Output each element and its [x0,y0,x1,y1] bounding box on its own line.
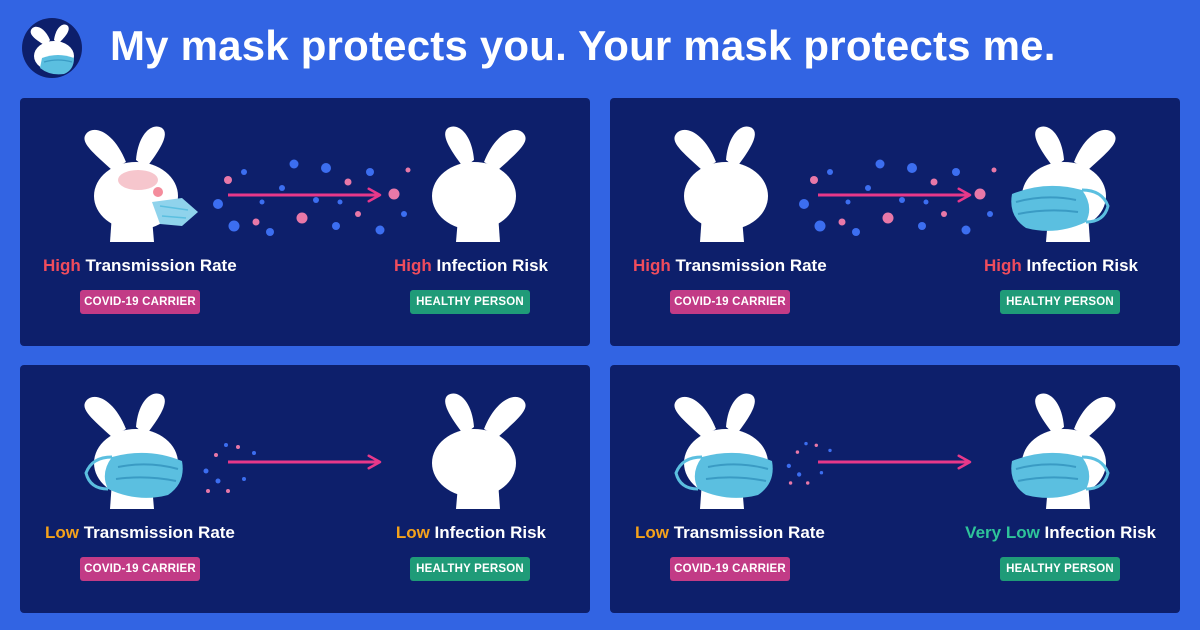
droplets-icon [213,159,411,236]
healthy-badge: HEALTHY PERSON [1000,557,1120,581]
page-title: My mask protects you. Your mask protects… [110,22,1056,69]
carrier-bunny-icon [674,393,775,509]
scene-illustration [674,126,1116,242]
carrier-badge: COVID-19 CARRIER [80,290,200,314]
scene-illustration [674,393,1116,509]
scene-illustration [84,126,526,242]
healthy-bunny-icon [1009,393,1116,509]
carrier-badge: COVID-19 CARRIER [80,557,200,581]
carrier-badge: COVID-19 CARRIER [670,290,790,314]
healthy-badge: HEALTHY PERSON [410,557,530,581]
carrier-bunny-icon [674,126,768,242]
infection-label: High Infection Risk [394,256,548,275]
panel-healthy-masked: High Transmission Rate High Infection Ri… [610,98,1180,346]
panel-carrier-masked: Low Transmission Rate Low Infection Risk… [20,365,590,613]
bunny-logo-icon [22,18,82,78]
transmission-label: Low Transmission Rate [635,523,825,542]
carrier-bunny-icon [84,393,185,509]
healthy-badge: HEALTHY PERSON [1000,290,1120,314]
scene-illustration [84,393,526,509]
header: My mask protects you. Your mask protects… [0,0,1200,96]
healthy-bunny-icon [1009,126,1116,242]
transmission-label: Low Transmission Rate [45,523,235,542]
transmission-label: High Transmission Rate [43,256,237,275]
carrier-badge: COVID-19 CARRIER [670,557,790,581]
carrier-bunny-icon [84,126,178,242]
transmission-label: High Transmission Rate [633,256,827,275]
droplets-icon [799,159,997,236]
healthy-badge: HEALTHY PERSON [410,290,530,314]
infection-label: Low Infection Risk [395,523,546,542]
droplets-icon [203,443,256,493]
panel-both-masked: Low Transmission Rate Very Low Infection… [610,365,1180,613]
panel-no-masks: High Transmission Rate High Infection Ri… [20,98,590,346]
healthy-bunny-icon [432,126,526,242]
healthy-bunny-icon [432,393,526,509]
infection-label: High Infection Risk [984,256,1138,275]
infection-label: Very Low Infection Risk [965,523,1156,542]
